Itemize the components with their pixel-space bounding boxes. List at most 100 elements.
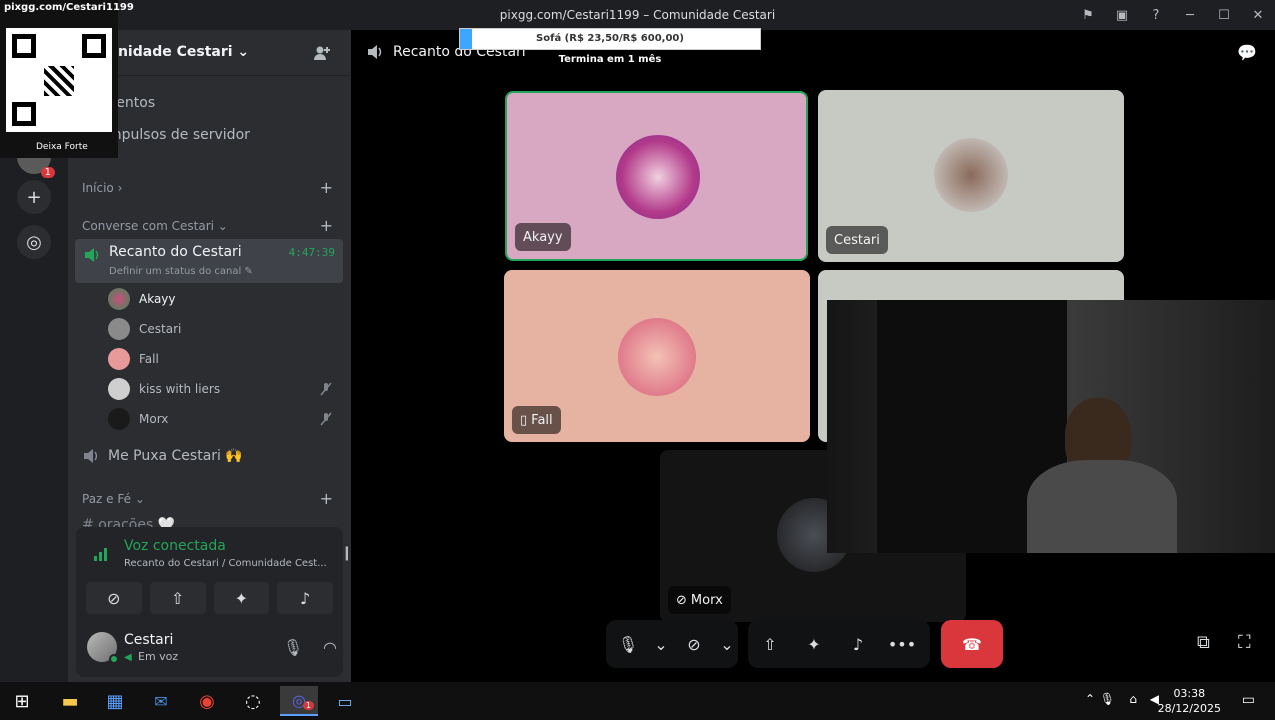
headphones-icon[interactable]: ◠ <box>320 637 340 657</box>
member-name: Morx <box>139 412 169 426</box>
notification-badge: 1 <box>302 701 314 710</box>
category-converse[interactable]: Converse com Cestari ⌄ <box>82 219 228 233</box>
video-tile[interactable]: ▯ Fall <box>504 270 810 442</box>
chat-icon[interactable]: 💬 <box>1237 43 1259 63</box>
tile-label: Akayy <box>515 223 571 251</box>
avatar <box>108 408 130 430</box>
activities-icon[interactable]: ✦ <box>213 582 270 614</box>
voice-channel-active[interactable]: Recanto do Cestari Definir um status do … <box>75 239 343 283</box>
camera-off-icon[interactable]: ⊘ <box>672 620 716 668</box>
inbox-flag-icon[interactable]: ⚑ <box>1071 0 1105 30</box>
soundboard-icon[interactable]: ♪ <box>836 620 880 668</box>
channel-status-hint[interactable]: Definir um status do canal ✎ <box>109 266 253 277</box>
add-server-icon[interactable]: + <box>17 180 51 214</box>
tile-label: ⊘ Morx <box>668 586 731 614</box>
speaker-icon: ◀ <box>124 652 132 663</box>
microphone-icon[interactable]: 🎙 <box>1100 692 1115 706</box>
notification-center-icon[interactable]: ▭ <box>1242 692 1255 708</box>
activities-icon[interactable]: ✦ <box>792 620 836 668</box>
leave-call-button[interactable]: ☎ <box>941 620 1003 668</box>
chrome-icon[interactable]: ◉ <box>188 686 226 716</box>
taskbar: ⊞ ▬ ▦ ✉ ◉ ◌ ◎ 1 ▭ ⌃ 🎙 ⌂ ◀ 03:38 28/12/20… <box>0 682 1275 720</box>
goal-subtitle: Termina em 1 mês <box>558 54 662 65</box>
voice-connection-panel: Voz conectada Recanto do Cestari / Comun… <box>76 527 390 677</box>
add-user-icon[interactable] <box>313 44 331 62</box>
avatar <box>616 135 700 219</box>
more-icon[interactable]: ••• <box>880 620 924 668</box>
title-bar: pixgg.com/Cestari1199 – Comunidade Cesta… <box>0 0 1275 30</box>
member-item[interactable]: Morx <box>108 407 168 431</box>
category-paz[interactable]: Paz e Fé ⌄ <box>82 492 145 506</box>
speaker-icon <box>85 248 99 262</box>
obs-icon[interactable]: ◌ <box>234 686 272 716</box>
tile-label: Cestari <box>826 226 888 254</box>
windows-start-icon[interactable]: ⊞ <box>3 686 41 716</box>
microphone-icon[interactable]: 🎙 <box>283 637 303 657</box>
app-window-icon[interactable]: ▭ <box>326 686 364 716</box>
category-inicio[interactable]: Início › <box>82 181 122 195</box>
user-status: Em voz <box>138 650 179 663</box>
boosts-link[interactable]: mpulsos de servidor <box>108 127 250 143</box>
chevron-up-icon[interactable]: ⌃ <box>1085 692 1095 706</box>
voice-channel[interactable]: Me Puxa Cestari 🙌 <box>82 448 243 464</box>
file-explorer-icon[interactable]: ▬ <box>51 686 89 716</box>
member-item[interactable]: kiss with liers <box>108 377 220 401</box>
channel-name: Recanto do Cestari <box>109 244 242 260</box>
member-name: kiss with liers <box>139 382 221 396</box>
pop-out-icon[interactable]: ⧉ <box>1197 632 1210 653</box>
member-item[interactable]: Cestari <box>108 317 181 341</box>
outlook-icon[interactable]: ✉ <box>142 686 180 716</box>
webcam-overlay <box>827 300 1275 553</box>
channel-timer: 4:47:39 <box>288 246 335 259</box>
goal-bar: Sofá (R$ 23,50/R$ 600,00) <box>459 28 761 50</box>
inbox-icon[interactable]: ▣ <box>1105 0 1139 30</box>
minimize-button[interactable]: ─ <box>1173 0 1207 30</box>
mic-camera-controls: 🎙 ⌄ ⊘ ⌄ <box>606 620 738 668</box>
person-body <box>1027 460 1177 553</box>
server-name: unidade Cestari <box>108 44 233 60</box>
microphone-icon[interactable]: 🎙 <box>606 620 650 668</box>
video-tile[interactable]: Akayy <box>505 91 808 261</box>
hang-up-icon: ☎ <box>962 634 982 654</box>
create-channel-icon[interactable]: + <box>320 216 333 235</box>
qr-caption: Deixa Forte <box>36 142 88 152</box>
mic-muted-icon <box>320 382 332 396</box>
qr-site: pixgg.com/Cestari1199 <box>4 2 134 13</box>
camera-off-icon[interactable]: ⊘ <box>86 582 142 614</box>
avatar <box>108 288 130 310</box>
share-screen-icon[interactable]: ⇧ <box>748 620 792 668</box>
chevron-down-icon[interactable]: ⌄ <box>650 620 672 668</box>
mention-badge: 1 <box>40 167 55 178</box>
network-icon[interactable]: ⌂ <box>1129 692 1137 706</box>
voice-location[interactable]: Recanto do Cestari / Comunidade Cest... <box>124 558 327 569</box>
help-icon[interactable]: ? <box>1139 0 1173 30</box>
member-name: Fall <box>139 352 159 366</box>
discord-taskbar-icon[interactable]: ◎ 1 <box>280 686 318 716</box>
member-item[interactable]: Akayy <box>108 287 176 311</box>
activity-controls: ⇧ ✦ ♪ ••• <box>748 620 930 668</box>
video-tile[interactable]: Cestari <box>818 90 1124 262</box>
create-channel-icon[interactable]: + <box>320 178 333 197</box>
soundboard-icon[interactable]: ♪ <box>277 582 333 614</box>
explore-icon[interactable]: ◎ <box>17 225 51 259</box>
tile-label: ▯ Fall <box>512 406 561 434</box>
maximize-button[interactable]: ☐ <box>1207 0 1241 30</box>
member-item[interactable]: Fall <box>108 347 159 371</box>
share-screen-icon[interactable]: ⇧ <box>149 582 206 614</box>
qr-code <box>6 28 112 132</box>
create-channel-icon[interactable]: + <box>320 489 333 508</box>
text-channel[interactable]: # orações 🤍 <box>82 517 175 527</box>
avatar <box>108 318 130 340</box>
chevron-down-icon[interactable]: ⌄ <box>716 620 738 668</box>
member-name: Akayy <box>139 292 176 306</box>
status-dot <box>109 654 119 664</box>
mic-muted-icon: ⊘ <box>676 592 687 608</box>
close-button[interactable]: ✕ <box>1241 0 1275 30</box>
user-name: Cestari <box>124 632 174 648</box>
mobile-icon: ▯ <box>520 412 528 428</box>
clock[interactable]: 03:38 28/12/2025 <box>1158 686 1221 716</box>
store-icon[interactable]: ▦ <box>96 686 134 716</box>
fullscreen-icon[interactable]: ⛶ <box>1238 632 1251 653</box>
voice-status: Voz conectada <box>124 538 226 554</box>
speaker-icon <box>368 45 382 59</box>
